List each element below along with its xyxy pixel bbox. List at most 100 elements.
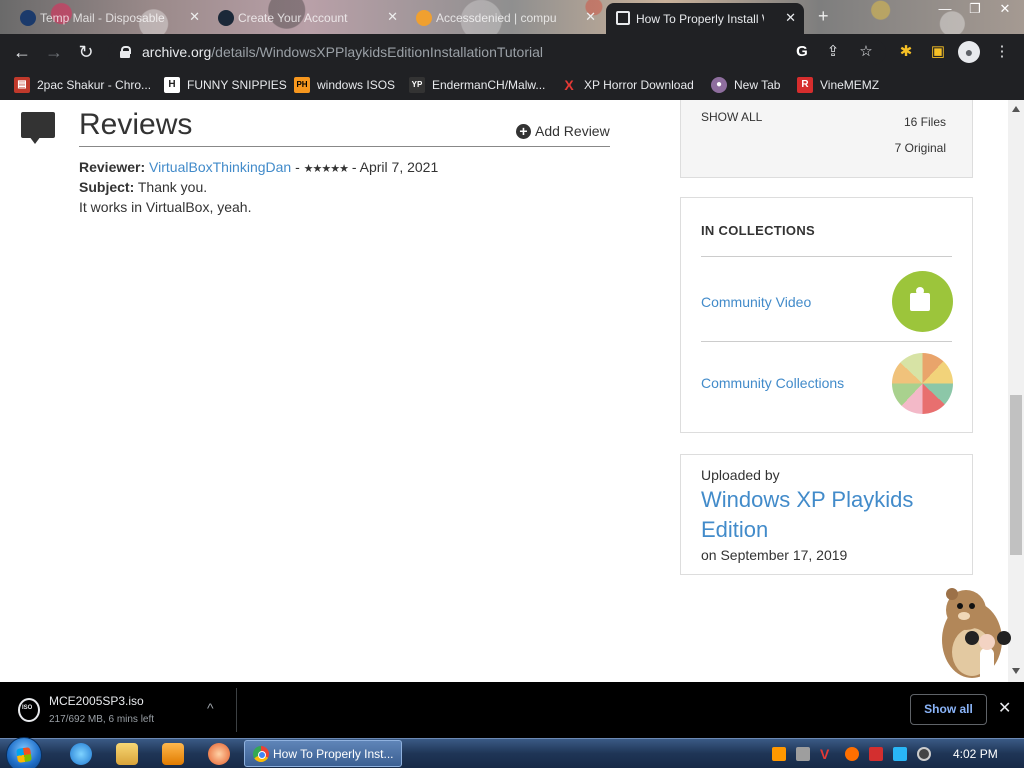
h-favicon-icon: H xyxy=(164,77,180,93)
files-count: 16 Files xyxy=(903,115,946,129)
media-player-icon[interactable] xyxy=(162,743,184,765)
community-collections-icon[interactable] xyxy=(892,353,953,414)
bookmark-star-icon[interactable]: ☆ xyxy=(856,42,876,62)
collections-heading: IN COLLECTIONS xyxy=(701,223,815,238)
close-icon[interactable]: ✕ xyxy=(387,9,398,25)
url-host: archive.org xyxy=(142,44,212,60)
bookmark-label: XP Horror Download xyxy=(584,78,694,92)
file-explorer-icon[interactable] xyxy=(116,743,138,765)
page-content: Reviews + Add Review Reviewer: VirtualBo… xyxy=(0,100,1024,682)
warning-favicon-icon xyxy=(416,10,432,26)
x-favicon-icon: X xyxy=(564,77,574,93)
tab-create-account[interactable]: Create Your Account ✕ xyxy=(208,5,406,31)
reviews-divider xyxy=(79,146,610,147)
2pac-favicon-icon: ▤ xyxy=(14,77,30,93)
bookmark-endermanch[interactable]: YP EndermanCH/Malw... xyxy=(409,76,545,94)
reviewer-link[interactable]: VirtualBoxThinkingDan xyxy=(149,159,291,175)
download-filename[interactable]: MCE2005SP3.iso xyxy=(49,694,144,708)
app-icon[interactable] xyxy=(208,743,230,765)
uploader-link[interactable]: Windows XP Playkids Edition xyxy=(701,485,951,545)
browser-toolbar: ← → ↻ archive.org/details/WindowsXPPlayk… xyxy=(0,34,1024,70)
bookmark-2pac[interactable]: ▤ 2pac Shakur - Chro... xyxy=(14,76,151,94)
minimize-button[interactable]: — xyxy=(930,0,960,20)
reviewer-sep: - xyxy=(291,159,304,175)
iso-file-icon[interactable] xyxy=(18,698,40,722)
reload-button[interactable]: ↻ xyxy=(76,42,96,62)
chrome-icon xyxy=(253,746,269,762)
share-icon[interactable]: ⇪ xyxy=(823,42,843,62)
close-icon[interactable]: ✕ xyxy=(189,9,200,25)
forward-button[interactable]: → xyxy=(44,42,64,62)
new-tab-button[interactable]: + xyxy=(818,6,829,27)
v-tray-icon[interactable]: V xyxy=(820,747,834,761)
bookmark-label: VineMEMZ xyxy=(820,78,880,92)
steam-favicon-icon xyxy=(218,10,234,26)
bookmark-label: New Tab xyxy=(734,78,781,92)
start-button[interactable] xyxy=(6,737,42,768)
temp-mail-favicon-icon xyxy=(20,10,36,26)
subject-label: Subject: xyxy=(79,179,135,195)
scroll-up-arrow-icon[interactable] xyxy=(1012,106,1020,112)
maximize-button[interactable]: ❐ xyxy=(960,0,990,20)
review-date: - April 7, 2021 xyxy=(347,159,439,175)
bookmark-vinememz[interactable]: R VineMEMZ xyxy=(797,76,879,94)
files-box: SHOW ALL 16 Files 7 Original xyxy=(680,100,973,178)
tab-title: How To Properly Install W xyxy=(636,11,764,26)
tab-temp-mail[interactable]: Temp Mail - Disposable ✕ xyxy=(10,5,208,31)
window-close-button[interactable]: ✕ xyxy=(990,0,1020,20)
chevron-up-icon[interactable]: ^ xyxy=(207,700,214,716)
profile-avatar-icon[interactable]: ● xyxy=(958,41,980,63)
add-review-button[interactable]: + Add Review xyxy=(516,123,610,139)
side-panel-icon[interactable]: ▣ xyxy=(928,42,948,62)
tab-title: Create Your Account xyxy=(238,11,348,25)
network-tray-icon[interactable] xyxy=(893,747,907,761)
vlc-tray-icon[interactable] xyxy=(772,747,786,761)
menu-icon[interactable]: ⋮ xyxy=(992,42,1012,62)
bookmark-xp-horror[interactable]: X XP Horror Download xyxy=(561,76,694,94)
bookmark-label: FUNNY SNIPPIES xyxy=(187,78,287,92)
tab-how-to-install[interactable]: How To Properly Install W ✕ xyxy=(606,3,804,34)
plus-circle-icon: + xyxy=(516,123,531,139)
lock-icon[interactable] xyxy=(120,46,131,58)
collections-divider xyxy=(701,256,952,257)
internet-explorer-icon[interactable] xyxy=(70,743,92,765)
community-video-link[interactable]: Community Video xyxy=(701,294,811,310)
bookmark-funny-snippies[interactable]: H FUNNY SNIPPIES xyxy=(164,76,287,94)
show-all-files-link[interactable]: SHOW ALL xyxy=(701,110,762,124)
bookmark-new-tab[interactable]: ● New Tab xyxy=(711,76,780,94)
settings-tray-icon[interactable] xyxy=(796,747,810,761)
yp-favicon-icon: YP xyxy=(409,77,425,93)
add-review-label: Add Review xyxy=(535,123,610,139)
original-count: 7 Original xyxy=(894,141,946,155)
community-collections-link[interactable]: Community Collections xyxy=(701,375,844,391)
reviews-heading: Reviews xyxy=(79,108,193,141)
scrollbar-thumb[interactable] xyxy=(1010,395,1022,555)
tab-access-denied[interactable]: Accessdenied | compu ✕ xyxy=(406,5,604,31)
show-all-downloads-button[interactable]: Show all xyxy=(910,694,987,725)
back-button[interactable]: ← xyxy=(12,42,32,62)
reviewer-label: Reviewer: xyxy=(79,159,146,175)
uploaded-date: on September 17, 2019 xyxy=(701,547,848,563)
flag-tray-icon[interactable] xyxy=(869,747,883,761)
close-icon[interactable]: ✕ xyxy=(785,10,796,26)
bookmark-windows-isos[interactable]: PH windows ISOS xyxy=(294,76,395,94)
bookmark-label: EndermanCH/Malw... xyxy=(432,78,546,92)
review-stars: ★★★★★ xyxy=(303,163,349,175)
volume-tray-icon[interactable] xyxy=(917,747,931,761)
tab-title: Temp Mail - Disposable xyxy=(40,11,165,25)
close-icon[interactable]: ✕ xyxy=(585,9,596,25)
taskbar-chrome-window[interactable]: How To Properly Inst... xyxy=(244,740,402,767)
search-tray-icon[interactable] xyxy=(845,747,859,761)
scroll-down-arrow-icon[interactable] xyxy=(1012,668,1020,674)
google-lens-icon[interactable]: G xyxy=(792,42,812,62)
url-path: /details/WindowsXPPlaykidsEditionInstall… xyxy=(211,44,544,60)
system-clock[interactable]: 4:02 PM xyxy=(953,747,998,761)
community-video-icon[interactable] xyxy=(892,271,953,332)
address-bar[interactable]: archive.org/details/WindowsXPPlaykidsEdi… xyxy=(108,39,886,65)
extensions-icon[interactable]: ✱ xyxy=(896,42,916,62)
downloads-bar: MCE2005SP3.iso 217/692 MB, 6 mins left ^… xyxy=(0,682,1024,738)
tab-strip: Temp Mail - Disposable ✕ Create Your Acc… xyxy=(0,0,1024,34)
bookmark-label: windows ISOS xyxy=(317,78,396,92)
tab-title: Accessdenied | compu xyxy=(436,11,557,25)
close-icon[interactable]: ✕ xyxy=(998,698,1011,718)
